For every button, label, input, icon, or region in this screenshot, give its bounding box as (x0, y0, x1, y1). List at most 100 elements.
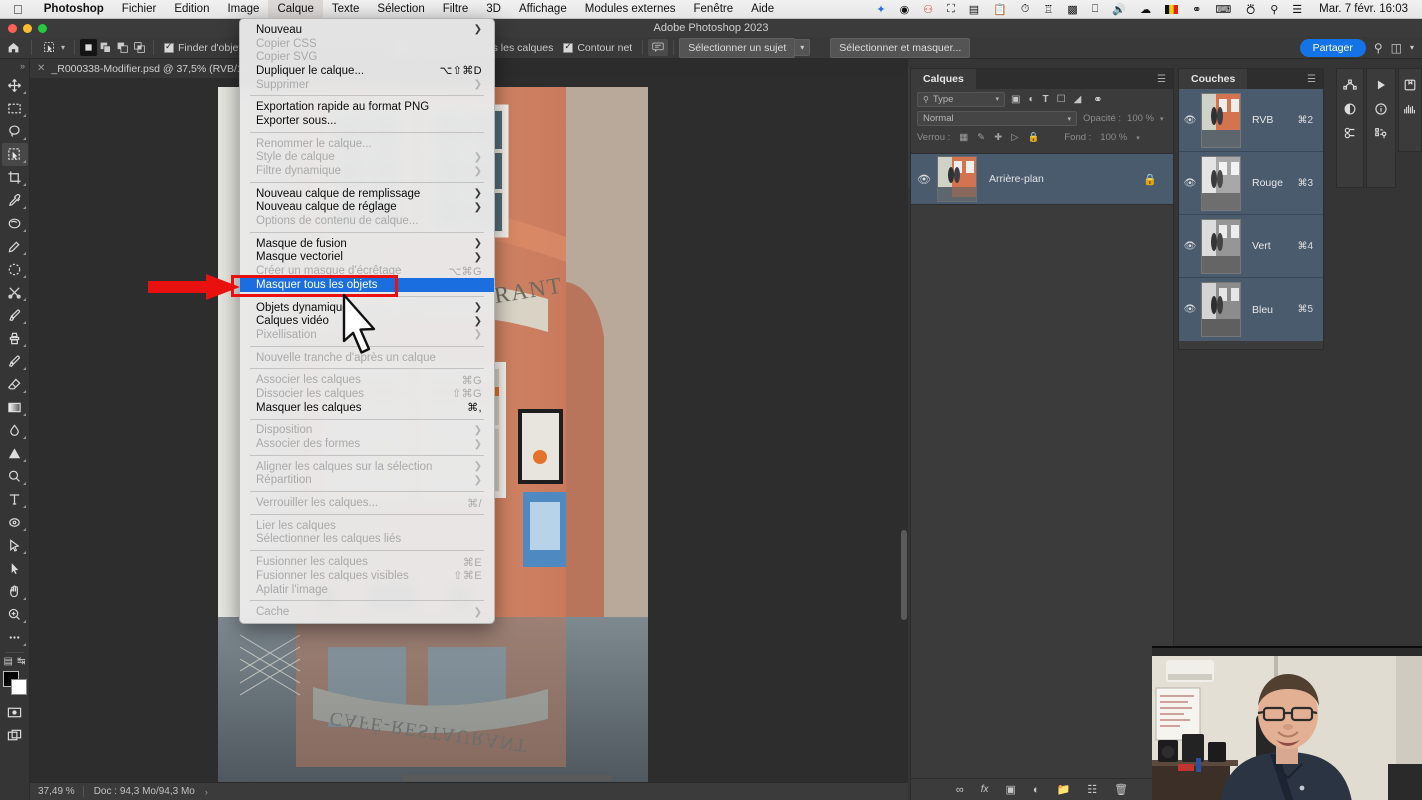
lasso-tool[interactable] (2, 120, 28, 143)
chevron-down-icon[interactable]: ▾ (1067, 115, 1071, 123)
select-and-mask-button[interactable]: Sélectionner et masquer... (830, 38, 970, 58)
zoom-level[interactable]: 37,49 % (30, 786, 83, 797)
menu-item-dupliquer-le-calque[interactable]: Dupliquer le calque...⌥⇧⌘D (240, 64, 494, 78)
fx-icon[interactable]: fx (981, 784, 989, 795)
brush-tool[interactable] (2, 304, 28, 327)
brush-tool-alt[interactable] (2, 235, 28, 258)
menu-item-masquer-les-calques[interactable]: Masquer les calques⌘, (240, 401, 494, 415)
clock-icon[interactable]: ⏱ (1014, 3, 1037, 16)
layer-row-arriere-plan[interactable]: 👁 Arrière-plan 🔒 (911, 153, 1173, 205)
checkbox-box[interactable] (563, 43, 573, 53)
menubar-item-fichier[interactable]: Fichier (113, 0, 166, 19)
eye-icon[interactable]: 👁 (1179, 241, 1201, 252)
object-selection-icon[interactable] (41, 39, 58, 56)
new-selection-icon[interactable] (80, 39, 97, 56)
move-tool[interactable] (2, 74, 28, 97)
lock-artboard-icon[interactable]: ▷ (1011, 132, 1018, 143)
chevron-right-icon[interactable]: › (205, 787, 208, 797)
panel-menu-icon[interactable]: ☰ (1300, 69, 1323, 89)
channel-row-rouge[interactable]: 👁 Rouge ⌘3 (1179, 152, 1323, 215)
keyboard-icon[interactable]: ⌨ (1208, 3, 1238, 16)
screen-mode-icon[interactable] (2, 724, 28, 747)
quick-mask-icon[interactable] (2, 701, 28, 724)
chevron-down-icon[interactable]: ▾ (61, 43, 65, 52)
swap-colors-icon[interactable]: ↹ (17, 656, 25, 667)
eye-icon[interactable]: 👁 (1179, 304, 1201, 315)
menubar-item-3d[interactable]: 3D (477, 0, 510, 19)
styles-icon[interactable] (1338, 121, 1362, 145)
subtract-from-selection-icon[interactable] (114, 39, 131, 56)
menu-item-masque-vectoriel[interactable]: Masque vectoriel❯ (240, 251, 494, 265)
shape-filter-icon[interactable]: ☐ (1057, 94, 1066, 105)
delete-layer-icon[interactable]: 🗑 (1114, 783, 1128, 796)
rectangular-marquee-tool[interactable] (2, 97, 28, 120)
menubar-item-selection[interactable]: Sélection (368, 0, 433, 19)
share-button[interactable]: Partager (1300, 39, 1366, 57)
zoom-tool[interactable] (2, 603, 28, 626)
crop-tool[interactable] (2, 166, 28, 189)
menubar-item-edition[interactable]: Edition (165, 0, 218, 19)
menu-item-exportation-rapide-au-format-png[interactable]: Exportation rapide au format PNG (240, 100, 494, 114)
sharp-edge-checkbox[interactable]: Contour net (558, 42, 637, 54)
blur-tool[interactable] (2, 419, 28, 442)
type-tool[interactable] (2, 488, 28, 511)
object-finder-checkbox[interactable]: Finder d'objets (159, 42, 252, 54)
maximize-window-button[interactable] (38, 24, 47, 33)
channel-row-rvb[interactable]: 👁 RVB ⌘2 (1179, 89, 1323, 152)
pen-tool[interactable] (2, 465, 28, 488)
vertical-scrollbar[interactable] (901, 80, 907, 780)
select-subject-button[interactable]: Sélectionner un sujet (679, 38, 795, 58)
background-color-swatch[interactable] (11, 679, 27, 695)
lock-image-icon[interactable]: ✎ (977, 132, 985, 143)
menu-item-nouveau-calque-de-remplissage[interactable]: Nouveau calque de remplissage❯ (240, 187, 494, 201)
workspace-icon[interactable]: ◫ (1391, 41, 1402, 55)
adobe-cc-icon[interactable]: ⚇ (916, 3, 940, 16)
wifi-icon[interactable]: ⛣ (1238, 1, 1263, 17)
screen-record-icon[interactable]: ⛶ (940, 3, 962, 16)
frame-tool[interactable] (2, 258, 28, 281)
lock-icon[interactable]: 🔒 (1143, 173, 1173, 186)
close-window-button[interactable] (8, 24, 17, 33)
tab-calques[interactable]: Calques (911, 69, 976, 89)
fill-value[interactable]: 100 % (1100, 132, 1127, 143)
add-to-selection-icon[interactable] (97, 39, 114, 56)
home-icon[interactable] (0, 41, 26, 54)
intersect-selection-icon[interactable] (131, 39, 148, 56)
minimize-window-button[interactable] (23, 24, 32, 33)
dodge-tool[interactable] (2, 442, 28, 465)
double-chevron-icon[interactable]: » (0, 61, 29, 74)
path-selection-tool[interactable] (2, 511, 28, 534)
apple-icon[interactable]:  (0, 3, 35, 16)
power-toggle-icon[interactable]: ⚭ (1093, 93, 1102, 106)
chevron-down-icon[interactable]: ▾ (1136, 134, 1140, 142)
menubar-item-filtre[interactable]: Filtre (434, 0, 478, 19)
history-brush-tool[interactable] (2, 350, 28, 373)
chevron-down-icon[interactable]: ▾ (1160, 115, 1164, 123)
menu-item-masque-de-fusion[interactable]: Masque de fusion❯ (240, 237, 494, 251)
search-icon[interactable]: ⚲ (1263, 3, 1285, 16)
gradient-tool[interactable] (2, 396, 28, 419)
clone-source-tool[interactable] (2, 281, 28, 304)
menubar-item-modules-externes[interactable]: Modules externes (576, 0, 685, 19)
smartobject-filter-icon[interactable]: ◢ (1074, 94, 1082, 105)
paths-icon[interactable] (1338, 73, 1362, 97)
histogram-icon[interactable] (1398, 97, 1422, 121)
menu-item-nouveau[interactable]: Nouveau❯ (240, 23, 494, 37)
new-group-icon[interactable]: 📁 (1057, 783, 1071, 796)
menu-item-exporter-sous[interactable]: Exporter sous... (240, 114, 494, 128)
image-filter-icon[interactable]: ▣ (1011, 94, 1020, 105)
binoculars-icon[interactable]: ♖ (1037, 3, 1061, 16)
chevron-down-icon[interactable]: ▾ (795, 39, 810, 56)
hand-tool[interactable] (2, 580, 28, 603)
menubar-item-image[interactable]: Image (218, 0, 268, 19)
menubar-item-calque[interactable]: Calque (268, 0, 322, 19)
display-icon[interactable]: ⎕ (1085, 3, 1106, 16)
color-swatches[interactable] (2, 671, 28, 697)
stats-icon[interactable]: ▩ (1060, 3, 1084, 16)
checkbox-box[interactable] (164, 43, 174, 53)
menubar-clock[interactable]: Mar. 7 févr. 16:03 (1309, 3, 1414, 15)
menubar-item-fenetre[interactable]: Fenêtre (685, 0, 743, 19)
clone-stamp-tool[interactable] (2, 327, 28, 350)
channel-row-bleu[interactable]: 👁 Bleu ⌘5 (1179, 278, 1323, 341)
eye-icon[interactable]: 👁 (1179, 178, 1201, 189)
